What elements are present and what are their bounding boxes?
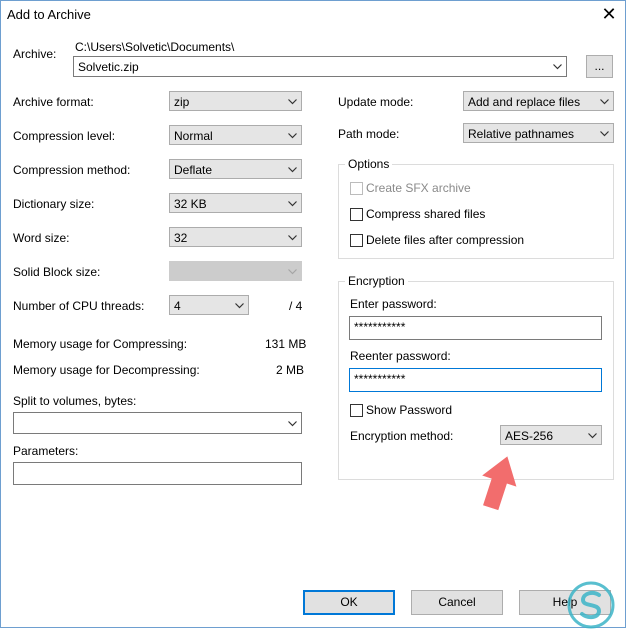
solvetic-logo-icon <box>567 581 615 629</box>
dictionary-size-value: 32 KB <box>174 197 207 211</box>
word-size-select[interactable]: 32 <box>169 227 302 247</box>
delete-after-label[interactable]: Delete files after compression <box>366 233 524 247</box>
memory-compress-value: 131 MB <box>265 337 307 351</box>
path-mode-label: Path mode: <box>338 127 400 141</box>
memory-decompress-label: Memory usage for Decompressing: <box>13 363 200 377</box>
delete-after-checkbox[interactable] <box>350 234 363 247</box>
encryption-legend: Encryption <box>345 274 408 288</box>
encryption-method-value: AES-256 <box>505 429 554 443</box>
chevron-down-icon <box>588 433 597 439</box>
encryption-method-select[interactable]: AES-256 <box>500 425 602 445</box>
compression-level-label: Compression level: <box>13 129 116 143</box>
cancel-button[interactable]: Cancel <box>411 590 503 615</box>
archive-name-value: Solvetic.zip <box>78 60 139 74</box>
close-icon[interactable]: ✕ <box>597 3 621 25</box>
reenter-password-input[interactable]: *********** <box>349 368 602 392</box>
parameters-label: Parameters: <box>13 444 79 458</box>
solid-block-size-select <box>169 261 302 281</box>
chevron-down-icon <box>288 235 297 241</box>
dictionary-size-select[interactable]: 32 KB <box>169 193 302 213</box>
chevron-down-icon <box>288 99 297 105</box>
chevron-down-icon <box>288 269 297 275</box>
compression-method-select[interactable]: Deflate <box>169 159 302 179</box>
chevron-down-icon <box>288 421 297 427</box>
archive-format-label: Archive format: <box>13 95 94 109</box>
memory-compress-label: Memory usage for Compressing: <box>13 337 188 351</box>
options-legend: Options <box>345 157 393 171</box>
chevron-down-icon <box>553 64 562 70</box>
archive-name-combo[interactable]: Solvetic.zip <box>73 56 567 77</box>
cpu-threads-total: / 4 <box>289 299 303 313</box>
chevron-down-icon <box>600 99 609 105</box>
ok-button[interactable]: OK <box>303 590 395 615</box>
update-mode-select[interactable]: Add and replace files <box>463 91 614 111</box>
enter-password-label: Enter password: <box>350 297 437 311</box>
cpu-threads-label: Number of CPU threads: <box>13 299 145 313</box>
reenter-password-label: Reenter password: <box>350 349 451 363</box>
compress-shared-checkbox[interactable] <box>350 208 363 221</box>
chevron-down-icon <box>288 133 297 139</box>
compression-method-label: Compression method: <box>13 163 131 177</box>
compression-level-select[interactable]: Normal <box>169 125 302 145</box>
enter-password-input[interactable]: *********** <box>349 316 602 340</box>
cpu-threads-select[interactable]: 4 <box>169 295 249 315</box>
browse-button[interactable]: ... <box>586 55 613 78</box>
archive-path: C:\Users\Solvetic\Documents\ <box>75 40 235 54</box>
compression-level-value: Normal <box>174 129 213 143</box>
chevron-down-icon <box>600 131 609 137</box>
word-size-value: 32 <box>174 231 188 245</box>
update-mode-label: Update mode: <box>338 95 414 109</box>
update-mode-value: Add and replace files <box>468 95 581 109</box>
compress-shared-label[interactable]: Compress shared files <box>366 207 485 221</box>
solid-block-size-label: Solid Block size: <box>13 265 101 279</box>
parameters-input[interactable] <box>13 462 302 485</box>
dictionary-size-label: Dictionary size: <box>13 197 95 211</box>
chevron-down-icon <box>288 201 297 207</box>
reenter-password-value: *********** <box>354 372 406 386</box>
archive-format-value: zip <box>174 95 190 109</box>
encryption-method-label: Encryption method: <box>350 429 454 443</box>
compression-method-value: Deflate <box>174 163 213 177</box>
title-bar: Add to Archive ✕ <box>1 1 625 29</box>
show-password-checkbox[interactable] <box>350 404 363 417</box>
create-sfx-checkbox <box>350 182 363 195</box>
split-volumes-label: Split to volumes, bytes: <box>13 394 137 408</box>
path-mode-select[interactable]: Relative pathnames <box>463 123 614 143</box>
enter-password-value: *********** <box>354 320 406 334</box>
memory-decompress-value: 2 MB <box>276 363 305 377</box>
cpu-threads-value: 4 <box>174 299 181 313</box>
archive-label: Archive: <box>13 47 57 61</box>
add-to-archive-dialog: Add to Archive ✕ Archive: C:\Users\Solve… <box>0 0 626 629</box>
split-volumes-combo[interactable] <box>13 412 302 434</box>
chevron-down-icon <box>288 167 297 173</box>
archive-format-select[interactable]: zip <box>169 91 302 111</box>
chevron-down-icon <box>235 303 244 309</box>
create-sfx-label: Create SFX archive <box>366 181 471 195</box>
pointer-arrow-icon <box>482 456 517 511</box>
window-title: Add to Archive <box>7 7 91 22</box>
path-mode-value: Relative pathnames <box>468 127 575 141</box>
show-password-label[interactable]: Show Password <box>366 403 452 417</box>
word-size-label: Word size: <box>13 231 70 245</box>
